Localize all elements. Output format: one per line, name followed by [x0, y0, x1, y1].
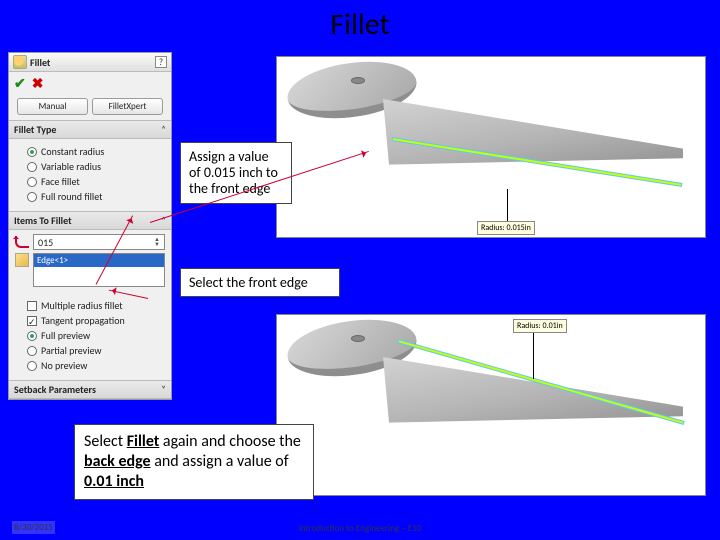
section-fillet-type-label: Fillet Type [14, 123, 56, 136]
txt: Select [84, 432, 127, 451]
tab-filletxpert[interactable]: FilletXpert [92, 98, 163, 115]
radio-full-preview[interactable] [27, 331, 37, 341]
edge-selection-icon [15, 253, 29, 267]
chevron-up-icon: ˄ [161, 124, 166, 135]
model-viewport-bottom: Radius: 0.01in [276, 314, 706, 496]
cancel-icon[interactable]: ✖ [32, 75, 44, 92]
radio-partial-preview[interactable] [27, 346, 37, 356]
panel-titlebar: Fillet ? [9, 53, 171, 72]
radio-full[interactable] [27, 192, 37, 202]
chevron-down-icon: ˅ [161, 384, 166, 395]
radio-constant-label: Constant radius [41, 145, 104, 158]
radius-flag-bottom: Radius: 0.01in [513, 319, 567, 333]
txt-bold: back edge [84, 452, 151, 471]
radio-variable[interactable] [27, 162, 37, 172]
section-items-header[interactable]: Items To Fillet ˄ [9, 211, 171, 230]
edge-selection-list[interactable]: Edge<1> [33, 253, 165, 287]
tab-manual[interactable]: Manual [17, 98, 88, 115]
radio-variable-label: Variable radius [41, 160, 101, 173]
radius-leader [507, 189, 508, 221]
radio-no-preview[interactable] [27, 361, 37, 371]
section-fillet-type-header[interactable]: Fillet Type ˄ [9, 120, 171, 139]
section-setback-header[interactable]: Setback Parameters ˅ [9, 380, 171, 399]
ok-icon[interactable]: ✔ [14, 75, 26, 92]
part-hole [351, 335, 365, 342]
radius-flag-top: Radius: 0.015in [477, 221, 535, 235]
txt: and assign a value of [151, 452, 289, 471]
spin-buttons[interactable]: ▲▼ [154, 237, 160, 247]
txt-bold: 0.01 inch [84, 472, 144, 491]
txt-bold: Fillet [127, 432, 160, 451]
radio-full-preview-label: Full preview [41, 329, 90, 342]
callout-select-again: Select Fillet again and choose the back … [74, 424, 314, 500]
radius-icon [15, 236, 29, 248]
radio-constant[interactable] [27, 147, 37, 157]
part-hole [351, 77, 365, 84]
slide-title: Fillet [0, 6, 720, 43]
radius-value: 015 [38, 236, 53, 249]
section-items-label: Items To Fillet [14, 214, 72, 227]
check-tangent[interactable] [27, 316, 37, 326]
help-button[interactable]: ? [155, 56, 167, 68]
radius-input[interactable]: 015 ▲▼ [33, 234, 165, 250]
part-blade [383, 91, 683, 171]
ok-cancel-row: ✔ ✖ [9, 72, 171, 95]
radio-full-label: Full round fillet [41, 190, 102, 203]
radio-face-label: Face fillet [41, 175, 80, 188]
check-tangent-label: Tangent propagation [41, 314, 125, 327]
fillet-feature-icon [13, 55, 27, 69]
radio-no-preview-label: No preview [41, 359, 87, 372]
radio-face[interactable] [27, 177, 37, 187]
check-multiple-radius-label: Multiple radius fillet [41, 299, 123, 312]
panel-title: Fillet [30, 56, 50, 69]
radio-partial-preview-label: Partial preview [41, 344, 102, 357]
callout-select-front: Select the front edge [180, 268, 340, 297]
model-viewport-top: Radius: 0.015in [276, 56, 706, 238]
check-multiple-radius[interactable] [27, 301, 37, 311]
section-setback-label: Setback Parameters [14, 383, 96, 396]
fillet-property-panel: Fillet ? ✔ ✖ Manual FilletXpert Fillet T… [8, 52, 172, 400]
footer-course: Introduction to Engineering – E10 [0, 523, 720, 534]
txt: again and choose the [159, 432, 301, 451]
edge-item[interactable]: Edge<1> [34, 254, 164, 267]
